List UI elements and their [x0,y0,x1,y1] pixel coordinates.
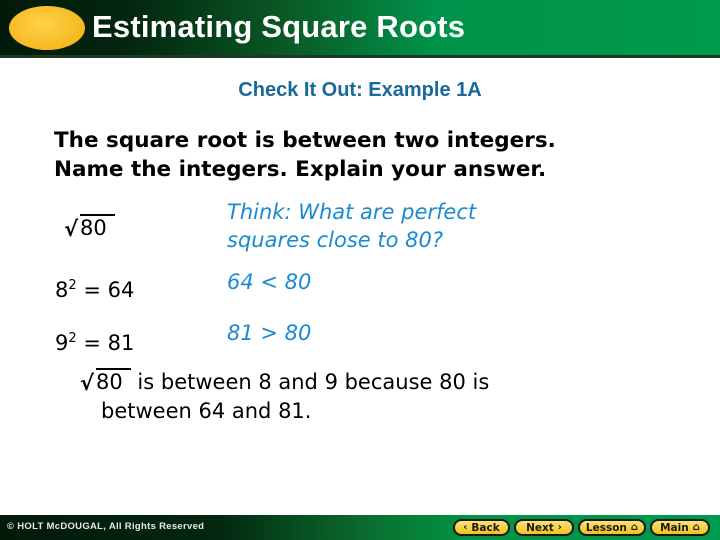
problem-prompt: The square root is between two integers.… [54,126,556,184]
footer-bar: © HOLT McDOUGAL, All Rights Reserved ‹ Ba… [0,515,720,540]
result: = 81 [76,331,135,355]
exponent: 2 [68,278,77,293]
result: = 64 [76,278,135,302]
next-button[interactable]: Next › [514,519,574,536]
radicand: 80 [80,214,115,240]
example-subtitle: Check It Out: Example 1A [238,79,482,101]
lesson-button[interactable]: Lesson ⌂ [578,519,646,536]
conclusion-text: √ 80 is between 8 and 9 because 80 is bet… [80,368,489,426]
header-bar: Estimating Square Roots [0,0,720,58]
back-button[interactable]: ‹ Back [453,519,510,536]
compare-note-1: 64 < 80 [227,270,312,294]
page-title: Estimating Square Roots [92,9,466,44]
conclusion-line-1: √ 80 is between 8 and 9 because 80 is [80,368,489,397]
chevron-left-icon: ‹ [463,522,468,533]
prompt-line-1: The square root is between two integers. [54,128,556,153]
radical-expression: √ 80 [64,214,115,242]
conclusion-line-1-text: is between 8 and 9 because 80 is [130,370,490,394]
think-note: Think: What are perfect squares close to… [227,198,476,254]
back-label: Back [471,521,500,534]
radical-sign-icon: √ [64,217,79,241]
next-label: Next [526,521,554,534]
lesson-label: Lesson [585,521,627,534]
main-label: Main [660,521,689,534]
work-row-2: 92 = 81 [55,325,134,357]
chevron-right-icon: › [557,522,562,533]
exponent: 2 [68,331,77,346]
prompt-line-2: Name the integers. Explain your answer. [54,157,547,182]
copyright-text: © HOLT McDOUGAL, All Rights Reserved [7,521,205,532]
conclusion-line-2: between 64 and 81. [101,399,312,423]
home-icon: ⌂ [630,522,639,533]
main-button[interactable]: Main ⌂ [650,519,710,536]
base: 8 [55,278,69,302]
square-root-80: √ 80 [64,214,115,242]
radicand: 80 [96,368,131,394]
think-line-2: squares close to 80? [227,228,444,252]
compare-note-2: 81 > 80 [227,321,312,345]
square-root-80: √ 80 [80,368,131,397]
logo-oval-icon [9,6,85,50]
home-icon: ⌂ [692,522,700,533]
think-line-1: Think: What are perfect [227,200,477,224]
work-row-1: 82 = 64 [55,272,134,304]
radical-sign-icon: √ [80,371,95,395]
base: 9 [55,331,69,355]
